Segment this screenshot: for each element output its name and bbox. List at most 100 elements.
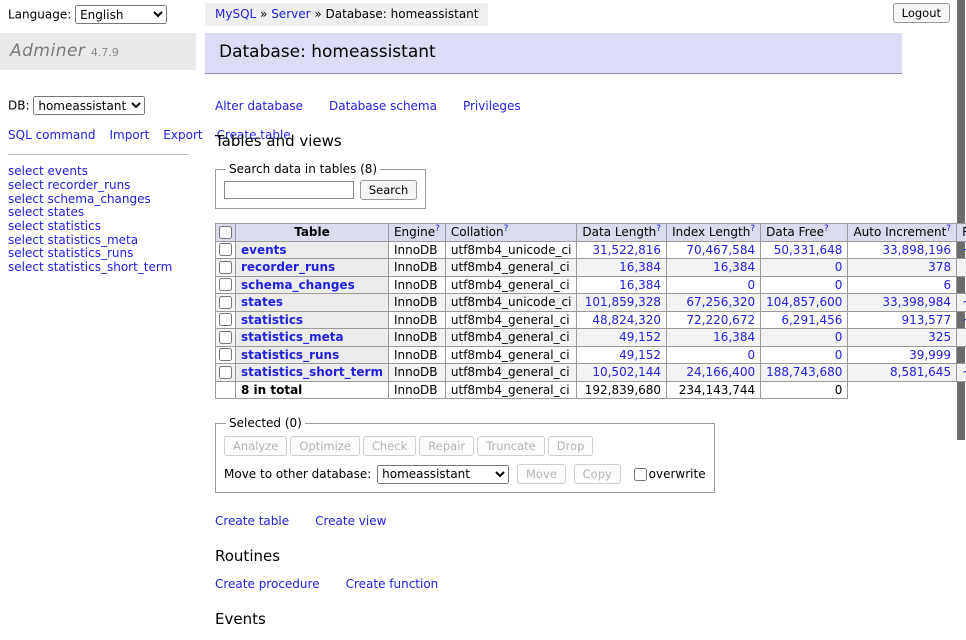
sidebar-select-recorder-runs[interactable]: select recorder_runs [8,179,188,193]
index-length-link[interactable]: 0 [747,348,755,362]
optimize-button[interactable]: Optimize [290,436,360,456]
analyze-button[interactable]: Analyze [224,436,287,456]
index-length-link[interactable]: 0 [747,278,755,292]
table-name-link[interactable]: recorder_runs [241,260,335,274]
column-help-link[interactable]: ? [435,224,440,234]
table-name-link[interactable]: events [241,243,287,257]
breadcrumb-item-server[interactable]: Server [271,7,310,21]
data-length-link[interactable]: 49,152 [619,330,661,344]
sidebar-select-events[interactable]: select events [8,165,188,179]
sidebar-action-export[interactable]: Export [163,128,202,142]
auto-increment-link[interactable]: 325 [928,330,951,344]
data-length-link[interactable]: 101,859,328 [585,295,661,309]
row-checkbox[interactable] [219,331,232,344]
data-free-link[interactable]: 188,743,680 [766,365,842,379]
data-free-link[interactable]: 50,331,648 [774,243,843,257]
row-checkbox[interactable] [219,261,232,274]
table-name-cell: statistics [236,311,389,329]
data-free-link[interactable]: 0 [835,330,843,344]
check-button[interactable]: Check [363,436,416,456]
index-length-link[interactable]: 70,467,584 [686,243,755,257]
table-name-cell: states [236,294,389,312]
table-row-states: statesInnoDButf8mb4_unicode_ci101,859,32… [216,294,966,312]
row-checkbox[interactable] [219,366,232,379]
row-checkbox[interactable] [219,296,232,309]
sidebar-select-statistics[interactable]: select statistics [8,220,188,234]
link-create-view[interactable]: Create view [315,514,386,528]
data-free-link[interactable]: 6,291,456 [781,313,842,327]
sidebar-action-sql-command[interactable]: SQL command [8,128,95,142]
auto-increment-link[interactable]: 8,581,645 [890,365,951,379]
total-label: 8 in total [236,381,389,399]
data-length-link[interactable]: 49,152 [619,348,661,362]
rows-link[interactable]: ~ 136,108 [962,365,966,379]
auto-increment-link[interactable]: 39,999 [909,348,951,362]
auto-increment-link[interactable]: 378 [928,260,951,274]
link-create-table[interactable]: Create table [215,514,289,528]
index-length-link[interactable]: 72,220,672 [686,313,755,327]
logout-button[interactable]: Logout [893,3,950,23]
db-action-database-schema[interactable]: Database schema [329,99,437,113]
auto-increment-link[interactable]: 6 [943,278,951,292]
move-db-select[interactable]: homeassistant [377,465,509,484]
sidebar-select-states[interactable]: select states [8,206,188,220]
search-input[interactable] [224,181,354,199]
row-checkbox[interactable] [219,243,232,256]
sidebar-select-statistics-meta[interactable]: select statistics_meta [8,234,188,248]
search-button[interactable]: Search [360,180,418,200]
index-length-link[interactable]: 16,384 [713,260,755,274]
index-length-link[interactable]: 16,384 [713,330,755,344]
copy-button[interactable]: Copy [574,464,621,484]
auto-increment-link[interactable]: 913,577 [901,313,951,327]
data-length-link[interactable]: 10,502,144 [592,365,661,379]
column-help-link[interactable]: ? [824,224,829,234]
column-help-link[interactable]: ? [946,224,951,234]
table-name-link[interactable]: statistics_runs [241,348,339,362]
db-select[interactable]: homeassistant [33,96,145,115]
table-name-link[interactable]: statistics_short_term [241,365,383,379]
table-name-link[interactable]: statistics [241,313,303,327]
column-help-link[interactable]: ? [750,224,755,234]
breadcrumb-item-mysql[interactable]: MySQL [215,7,256,21]
column-help-link[interactable]: ? [504,224,509,234]
data-free-link[interactable]: 0 [835,348,843,362]
data-free-link[interactable]: 0 [835,260,843,274]
table-name-link[interactable]: states [241,295,283,309]
link-create-function[interactable]: Create function [346,577,439,591]
sidebar-select-statistics-short-term[interactable]: select statistics_short_term [8,261,188,275]
truncate-button[interactable]: Truncate [477,436,545,456]
data-length-link[interactable]: 31,522,816 [592,243,661,257]
select-all-checkbox[interactable] [219,226,232,239]
data-length-link[interactable]: 16,384 [619,278,661,292]
db-action-privileges[interactable]: Privileges [463,99,521,113]
total-data-free: 0 [761,381,848,399]
drop-button[interactable]: Drop [548,436,594,456]
row-checkbox[interactable] [219,278,232,291]
link-create-procedure[interactable]: Create procedure [215,577,320,591]
row-checkbox[interactable] [219,313,232,326]
sidebar-select-statistics-runs[interactable]: select statistics_runs [8,247,188,261]
repair-button[interactable]: Repair [419,436,474,456]
auto-increment-link[interactable]: 33,398,984 [882,295,951,309]
db-action-alter-database[interactable]: Alter database [215,99,303,113]
column-help-link[interactable]: ? [656,224,661,234]
data-free-link[interactable]: 0 [835,278,843,292]
data-length-link[interactable]: 16,384 [619,260,661,274]
table-name-link[interactable]: statistics_meta [241,330,344,344]
rows-link[interactable]: ~ 312,180 [962,243,966,257]
overwrite-checkbox[interactable] [634,468,647,481]
sidebar-action-import[interactable]: Import [109,128,149,142]
rows-link[interactable]: ~ 299,833 [962,295,966,309]
rows-link[interactable]: ~ 569,159 [962,313,966,327]
table-name-link[interactable]: schema_changes [241,278,355,292]
row-checkbox[interactable] [219,348,232,361]
auto-increment-link[interactable]: 33,898,196 [882,243,951,257]
sidebar-select-schema-changes[interactable]: select schema_changes [8,193,188,207]
index-length-link[interactable]: 67,256,320 [686,295,755,309]
data-free-link[interactable]: 104,857,600 [766,295,842,309]
app-name[interactable]: Adminer [10,41,85,61]
language-select[interactable]: English [75,5,167,24]
data-length-link[interactable]: 48,824,320 [592,313,661,327]
move-button[interactable]: Move [517,464,566,484]
index-length-link[interactable]: 24,166,400 [686,365,755,379]
